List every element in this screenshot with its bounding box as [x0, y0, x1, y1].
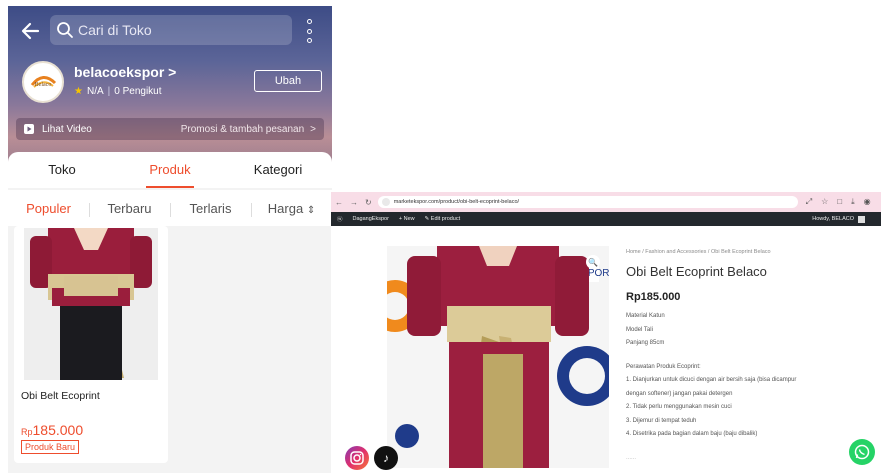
product-title[interactable]: Obi Belt Ecoprint — [21, 390, 100, 402]
breadcrumb[interactable]: Home / Fashion and Accessories / Obi Bel… — [626, 249, 771, 255]
profile-icon[interactable]: ◉ — [864, 197, 871, 207]
video-promo-bar[interactable]: Lihat Video Promosi & tambah pesanan > — [16, 118, 324, 140]
care-heading: Perawatan Produk Ecoprint: — [626, 363, 701, 370]
tiktok-icon[interactable]: ♪ — [374, 446, 398, 470]
wp-admin-bar: ⓦ DagangEkspor + New ✎ Edit product Howd… — [331, 212, 881, 226]
site-info-icon[interactable] — [381, 198, 390, 206]
shop-name[interactable]: belacoekspor > — [74, 64, 176, 80]
browser-toolbar: ← → ↻ marketekspor.com/product/obi-belt-… — [331, 192, 881, 212]
download-icon[interactable]: ⤓ — [851, 197, 855, 207]
shop-logo[interactable]: Belaco — [22, 61, 64, 103]
tab-kategori[interactable]: Kategori — [224, 152, 332, 188]
sort-harga[interactable]: Harga ⇕ — [251, 201, 332, 217]
social-icons: ♪ — [345, 446, 398, 470]
extensions-icon[interactable]: □ — [837, 197, 842, 207]
screenshot-root: Cari di Toko Belaco belacoekspor > ★ N/A… — [0, 0, 881, 473]
sort-bar: Populer Terbaru Terlaris Harga ⇕ — [8, 190, 332, 226]
star-icon: ★ — [74, 86, 83, 97]
tab-toko[interactable]: Toko — [8, 152, 116, 188]
shop-followers: 0 Pengikut — [114, 86, 162, 97]
avatar — [858, 215, 865, 223]
search-placeholder: Cari di Toko — [78, 22, 152, 38]
reload-icon[interactable]: ↻ — [365, 198, 372, 207]
page-title: Obi Belt Ecoprint Belaco — [626, 264, 767, 279]
new-product-badge: Produk Baru — [21, 440, 80, 454]
install-icon[interactable]: ⤢ — [806, 197, 812, 207]
shop-tabs: Toko Produk Kategori — [8, 152, 332, 188]
care-step: dengan softener) jangan pakai detergen — [626, 390, 733, 397]
back-arrow-icon[interactable] — [18, 18, 44, 44]
zoom-icon[interactable]: 🔍 — [586, 255, 600, 269]
svg-text:Belaco: Belaco — [35, 82, 52, 88]
shop-stats: ★ N/A | 0 Pengikut — [74, 86, 162, 97]
product-photo[interactable]: EPC EKSPOR — [387, 246, 609, 468]
mobile-shop-screen: Cari di Toko Belaco belacoekspor > ★ N/A… — [8, 6, 332, 473]
product-card[interactable]: Obi Belt Ecoprint Rp185.000 Produk Baru — [14, 226, 168, 463]
care-step: 1. Dianjurkan untuk dicuci dengan air be… — [626, 377, 797, 383]
back-icon[interactable]: ← — [335, 198, 343, 207]
spec-length: Panjang 85cm — [626, 340, 665, 346]
care-step: 2. Tidak perlu menggunakan mesin cuci — [626, 404, 732, 410]
forward-icon[interactable]: → — [350, 198, 358, 207]
search-icon — [57, 22, 73, 38]
browser-window: ← → ↻ marketekspor.com/product/obi-belt-… — [331, 192, 881, 473]
video-icon — [24, 124, 34, 134]
instagram-icon[interactable] — [345, 446, 369, 470]
edit-shop-button[interactable]: Ubah — [254, 70, 322, 92]
spec-model: Model Tali — [626, 326, 653, 333]
shop-search-input[interactable]: Cari di Toko — [50, 15, 292, 45]
product-price-web: Rp185.000 — [626, 291, 681, 303]
care-step: 3. Dijemur di tempat teduh — [626, 417, 697, 424]
whatsapp-icon[interactable] — [849, 439, 875, 465]
sort-terbaru[interactable]: Terbaru — [89, 201, 170, 217]
watch-video-label[interactable]: Lihat Video — [42, 124, 92, 135]
shop-rating: N/A — [86, 86, 104, 97]
sort-terlaris[interactable]: Terlaris — [170, 201, 251, 217]
more-text: ...... — [626, 454, 637, 461]
url-text: marketekspor.com/product/obi-belt-ecopri… — [393, 199, 520, 205]
product-image[interactable] — [24, 228, 158, 380]
product-description: Material Katun Model Tali Panjang 85cm P… — [626, 310, 866, 465]
chevron-right-icon: > — [310, 123, 316, 135]
wp-site-link[interactable]: DagangEkspor — [353, 216, 389, 222]
sort-populer[interactable]: Populer — [8, 201, 89, 216]
more-options-icon[interactable] — [302, 19, 316, 43]
care-step: 4. Disetrika pada bagian dalam baju (baj… — [626, 431, 758, 437]
tab-produk[interactable]: Produk — [116, 152, 224, 188]
promo-link[interactable]: Promosi & tambah pesanan > — [181, 124, 316, 135]
address-bar[interactable]: marketekspor.com/product/obi-belt-ecopri… — [377, 196, 798, 208]
product-price: Rp185.000 — [21, 422, 84, 438]
bookmark-star-icon[interactable]: ☆ — [821, 197, 828, 207]
wp-new-link[interactable]: + New — [399, 216, 415, 222]
wp-user-menu[interactable]: Howdy, BELACO — [812, 215, 865, 223]
wp-logo-icon[interactable]: ⓦ — [337, 215, 343, 223]
spec-material: Material Katun — [626, 313, 665, 319]
sort-arrows-icon: ⇕ — [306, 204, 316, 216]
shop-header: Cari di Toko Belaco belacoekspor > ★ N/A… — [8, 6, 332, 166]
wp-edit-product-link[interactable]: ✎ Edit product — [425, 216, 461, 222]
